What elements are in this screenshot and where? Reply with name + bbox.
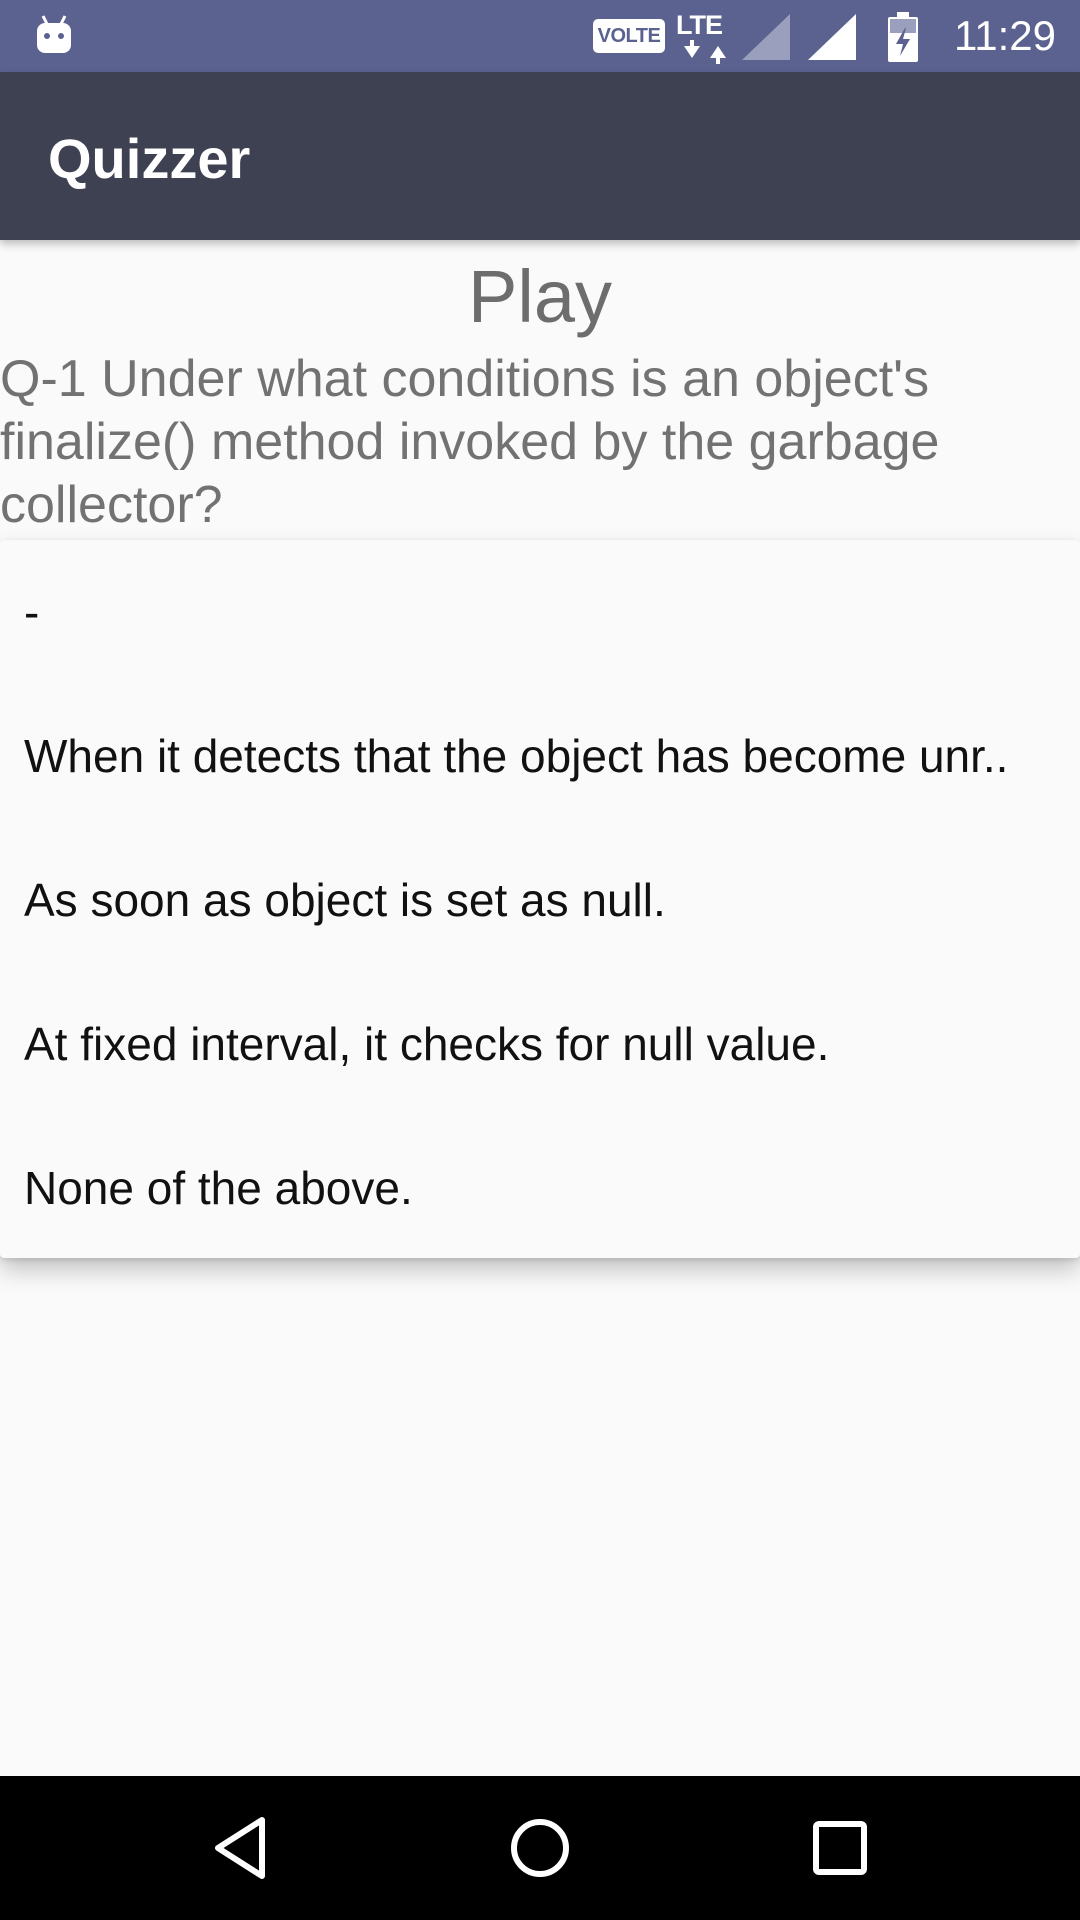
- answer-option-placeholder[interactable]: -: [0, 540, 1080, 684]
- battery-charging-icon: [888, 12, 918, 62]
- home-icon[interactable]: [504, 1812, 576, 1884]
- signal-full-icon: [808, 14, 856, 60]
- question-text: Q-1 Under what conditions is an object's…: [0, 350, 940, 534]
- recents-icon[interactable]: [804, 1812, 876, 1884]
- signal-weak-icon: [742, 14, 790, 60]
- lte-label: LTE: [676, 10, 723, 40]
- data-arrows-icon: [684, 40, 726, 64]
- navigation-bar: [0, 1776, 1080, 1920]
- answer-option-3[interactable]: At fixed interval, it checks for null va…: [0, 972, 1080, 1116]
- answer-dropdown-menu: - When it detects that the object has be…: [0, 540, 1080, 1258]
- answer-option-1[interactable]: When it detects that the object has beco…: [0, 684, 1080, 828]
- page-title: Play: [468, 255, 612, 338]
- status-bar: VOLTE LTE 11:29: [0, 0, 1080, 72]
- back-icon[interactable]: [204, 1812, 276, 1884]
- lte-indicator: LTE: [676, 10, 734, 64]
- app-title: Quizzer: [48, 127, 251, 190]
- android-notification-icon: [37, 15, 71, 53]
- volte-badge: VOLTE: [593, 19, 665, 53]
- answer-option-2[interactable]: As soon as object is set as null.: [0, 828, 1080, 972]
- clock: 11:29: [954, 12, 1056, 59]
- answer-option-4[interactable]: None of the above.: [0, 1116, 1080, 1260]
- app-bar: Quizzer: [0, 72, 1080, 240]
